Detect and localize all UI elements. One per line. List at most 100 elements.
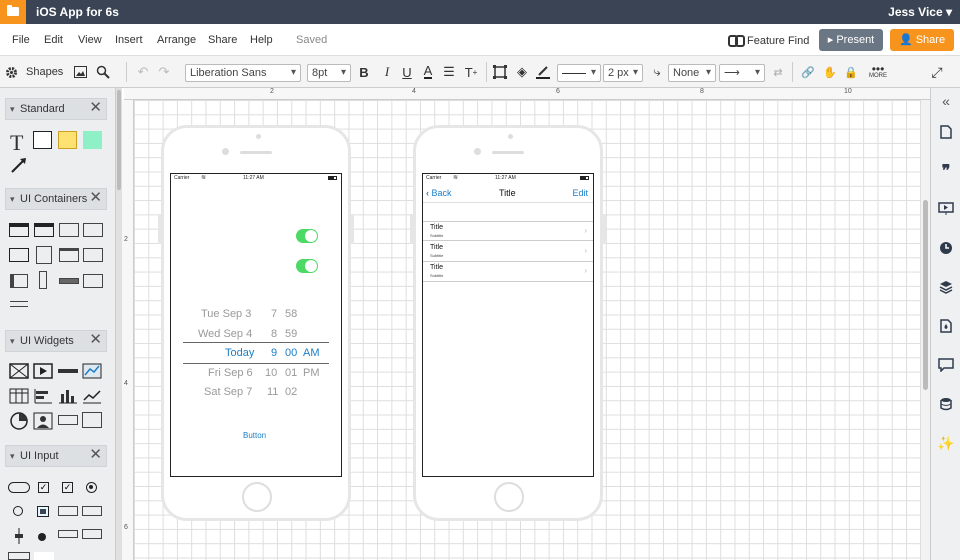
- document-title[interactable]: iOS App for 6s: [36, 5, 119, 19]
- radio-shape[interactable]: [13, 506, 23, 516]
- gear-icon[interactable]: [4, 56, 18, 88]
- text-input-shape[interactable]: [58, 506, 78, 516]
- browser-shape[interactable]: [34, 223, 54, 237]
- bar-chart-horizontal-shape[interactable]: [33, 388, 53, 409]
- align-icon[interactable]: ☰: [442, 56, 456, 88]
- arrow-shape[interactable]: [10, 156, 28, 179]
- section-standard[interactable]: Standard ✕: [5, 98, 107, 120]
- scrollbar-shape[interactable]: [39, 271, 47, 289]
- toggle-switch[interactable]: [296, 259, 318, 273]
- list-item[interactable]: Title Subtitle ›: [423, 242, 593, 262]
- more-button[interactable]: ••• MORE: [866, 56, 890, 88]
- text-color-icon[interactable]: A: [421, 56, 435, 88]
- close-icon[interactable]: ✕: [89, 445, 102, 465]
- menu-insert[interactable]: Insert: [115, 34, 143, 46]
- ios-button[interactable]: Button: [243, 431, 266, 440]
- checkbox-checked-shape[interactable]: ✓: [38, 482, 49, 493]
- divider-shape[interactable]: [10, 301, 28, 307]
- link-icon[interactable]: 🔗: [800, 56, 816, 88]
- history-icon[interactable]: [937, 239, 955, 257]
- list-item[interactable]: Title Subtitle ›: [423, 221, 593, 241]
- share-button[interactable]: 👤 Share: [890, 29, 954, 51]
- search-box-shape[interactable]: [82, 529, 102, 539]
- page-icon[interactable]: [937, 123, 955, 141]
- iphone-mockup-2[interactable]: Carrier ≋ 11:27 AM ‹ Back Title Edit Tit…: [410, 125, 606, 521]
- present-button[interactable]: ▸ Present: [819, 29, 883, 51]
- fill-style-icon[interactable]: [937, 317, 955, 335]
- phone-screen[interactable]: Carrier ≋ 11:27 AM Tue Sep 3 7 58 Wed Se…: [170, 173, 342, 477]
- database-icon[interactable]: [937, 395, 955, 413]
- menu-view[interactable]: View: [78, 34, 102, 46]
- iphone-mockup-1[interactable]: Carrier ≋ 11:27 AM Tue Sep 3 7 58 Wed Se…: [158, 125, 354, 521]
- edit-button[interactable]: Edit: [572, 188, 588, 198]
- note-shape[interactable]: [58, 131, 77, 149]
- list-container-shape[interactable]: [36, 246, 52, 264]
- panel-shape[interactable]: [59, 223, 79, 237]
- menu-share[interactable]: Share: [208, 34, 237, 46]
- scroll-thumb[interactable]: [923, 200, 928, 390]
- progress-shape[interactable]: [58, 369, 78, 373]
- line-width-select[interactable]: 2 px: [603, 64, 643, 82]
- menu-shape[interactable]: [83, 274, 103, 288]
- bar-chart-shape[interactable]: [58, 388, 78, 409]
- close-icon[interactable]: ✕: [89, 188, 102, 208]
- italic-icon[interactable]: I: [381, 56, 393, 88]
- image-icon[interactable]: [73, 56, 87, 88]
- presentation-icon[interactable]: [937, 200, 955, 218]
- menu-help[interactable]: Help: [250, 34, 273, 46]
- card-shape[interactable]: [82, 412, 102, 428]
- input-field-shape[interactable]: [8, 552, 30, 560]
- close-icon[interactable]: ✕: [89, 330, 102, 350]
- dialog-shape[interactable]: [83, 248, 103, 262]
- canvas-scrollbar[interactable]: [920, 100, 930, 560]
- swap-arrows-icon[interactable]: ⇄: [771, 56, 785, 88]
- lock-icon[interactable]: 🔒: [843, 56, 859, 88]
- input-widget-shape[interactable]: [58, 415, 78, 425]
- video-shape[interactable]: [33, 363, 53, 384]
- arrow-start-select[interactable]: None: [668, 64, 716, 82]
- font-size-select[interactable]: 8pt: [307, 64, 351, 82]
- colored-block-shape[interactable]: [83, 131, 102, 149]
- map-shape[interactable]: [82, 363, 102, 384]
- arrow-end-select[interactable]: ⟶: [719, 64, 765, 82]
- search-icon[interactable]: [96, 56, 110, 88]
- slider-shape[interactable]: [58, 530, 78, 538]
- scroll-thumb[interactable]: [117, 90, 121, 190]
- magic-wand-icon[interactable]: ✨: [937, 434, 955, 452]
- layers-icon[interactable]: [937, 278, 955, 296]
- checkbox-shape[interactable]: ✓: [62, 482, 73, 493]
- phone-screen[interactable]: Carrier ≋ 11:27 AM ‹ Back Title Edit Tit…: [422, 173, 594, 477]
- stepper-shape[interactable]: [34, 530, 50, 548]
- fullscreen-icon[interactable]: ⤢: [928, 56, 946, 88]
- rectangle-shape[interactable]: [33, 131, 52, 149]
- blank-shape[interactable]: [34, 552, 54, 560]
- shapes-label[interactable]: Shapes: [26, 56, 63, 88]
- window-shape[interactable]: [9, 223, 29, 237]
- redo-icon[interactable]: ↷: [157, 56, 171, 88]
- radio-selected-shape[interactable]: [86, 482, 97, 493]
- connector-style-icon[interactable]: ⤷: [649, 56, 665, 88]
- drawing-canvas[interactable]: Carrier ≋ 11:27 AM Tue Sep 3 7 58 Wed Se…: [134, 100, 920, 560]
- tabs-shape[interactable]: [59, 248, 79, 262]
- toolbar-shape[interactable]: [59, 278, 79, 284]
- shape-border-icon[interactable]: [492, 56, 508, 88]
- frame-shape[interactable]: [9, 248, 29, 262]
- image-placeholder-shape[interactable]: [9, 363, 29, 384]
- font-select[interactable]: Liberation Sans: [185, 64, 301, 82]
- line-chart-shape[interactable]: [82, 388, 102, 409]
- section-ui-input[interactable]: UI Input ✕: [5, 445, 107, 467]
- text-options-icon[interactable]: T +: [463, 56, 479, 88]
- text-shape[interactable]: T: [10, 130, 23, 156]
- comment-icon[interactable]: [937, 356, 955, 374]
- button-input-shape[interactable]: [8, 482, 30, 493]
- collapse-panel-icon[interactable]: «: [937, 92, 955, 110]
- color-picker-shape[interactable]: [37, 506, 49, 517]
- sidebar-shape[interactable]: [10, 274, 28, 288]
- table-shape[interactable]: [9, 388, 29, 409]
- line-color-icon[interactable]: [535, 56, 551, 88]
- list-item[interactable]: Title Subtitle ›: [423, 262, 593, 282]
- close-icon[interactable]: ✕: [89, 98, 102, 118]
- section-ui-widgets[interactable]: UI Widgets ✕: [5, 330, 107, 352]
- toggle-switch[interactable]: [296, 229, 318, 243]
- back-button[interactable]: ‹ Back: [426, 188, 452, 198]
